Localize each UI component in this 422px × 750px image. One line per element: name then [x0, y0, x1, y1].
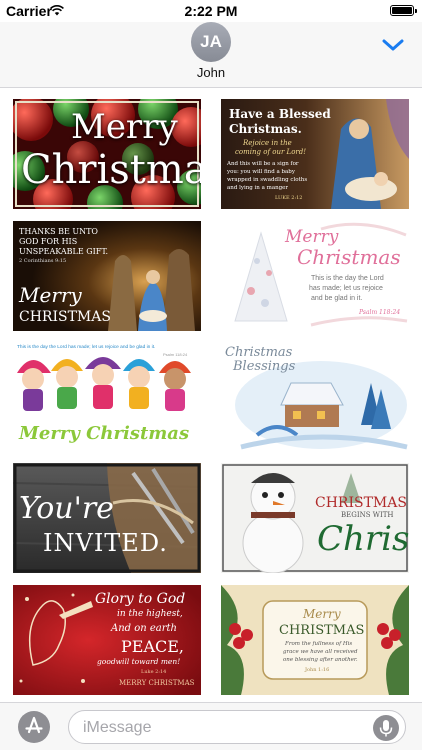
sticker-verse-3: wrapped in swaddling cloths	[227, 177, 308, 183]
holly-image	[221, 585, 409, 695]
sticker-glory-to-god[interactable]: Glory to God in the highest, And on eart…	[13, 585, 201, 695]
clock: 2:22 PM	[184, 3, 238, 19]
sticker-christmas-begins-with-christ[interactable]: CHRISTMAS BEGINS WITH Christ	[221, 463, 409, 573]
sticker-reference: Luke 2:14	[141, 669, 167, 675]
sticker-reference: Psalm 118:24	[163, 352, 188, 357]
chevron-down-icon[interactable]	[382, 38, 404, 52]
sticker-title: Merry Christmas	[19, 423, 190, 444]
sticker-thanks-be-unto-god[interactable]: THANKS BE UNTO GOD FOR HIS UNSPEAKABLE G…	[13, 221, 201, 331]
sticker-merry-christmas-ornaments[interactable]: Merry Christmas	[13, 99, 201, 209]
sticker-line-peace: PEACE,	[121, 637, 185, 656]
sticker-line-2: in the highest,	[117, 609, 183, 619]
avatar-initials: JA	[200, 32, 222, 51]
sticker-reference: Psalm 118:24	[359, 309, 401, 316]
microphone-icon	[379, 720, 393, 737]
compose-bar: iMessage	[0, 702, 422, 750]
sticker-title-merry: Merry	[19, 283, 82, 307]
sticker-title-begins-with: BEGINS WITH	[341, 511, 394, 519]
sticker-title-merry: Merry	[71, 107, 178, 147]
sticker-reference: 2 Corinthians 9:15	[19, 258, 67, 264]
sticker-title-christmas: CHRISTMAS	[279, 623, 365, 638]
sticker-title-christmas: CHRISTMAS	[315, 495, 407, 511]
sticker-title-merry: Merry	[303, 607, 341, 621]
sticker-verse-1: This is the day the Lord	[311, 275, 384, 282]
sticker-merry-christmas-holly[interactable]: Merry CHRISTMAS From the fullness of His…	[221, 585, 409, 695]
sticker-verse-2: has made; let us rejoice	[309, 285, 383, 292]
sticker-kids-merry-christmas[interactable]: This is the day the Lord has made; let u…	[13, 343, 201, 453]
sticker-title-christmas: Christmas	[225, 345, 293, 360]
sticker-verse-3: one blessing after another.	[283, 657, 358, 663]
sticker-title-merry: Merry	[285, 227, 339, 247]
sticker-heading: THANKS BE UNTO	[19, 227, 98, 236]
sticker-heading-2: Christmas.	[229, 122, 302, 136]
message-input[interactable]: iMessage	[68, 710, 406, 744]
app-store-icon	[25, 716, 43, 734]
contact-name[interactable]: John	[0, 65, 422, 80]
sticker-blessed-christmas[interactable]: Have a Blessed Christmas. Rejoice in the…	[221, 99, 409, 209]
sticker-title-blessings: Blessings	[233, 359, 296, 374]
sticker-heading-3: UNSPEAKABLE GIFT.	[19, 247, 109, 256]
battery-icon	[390, 5, 417, 16]
sticker-reference: LUKE 2:12	[275, 195, 303, 201]
sticker-verse-3: and be glad in it.	[311, 295, 363, 302]
sticker-title-christmas: CHRISTMAS	[19, 309, 111, 325]
conversation-header: JA John	[0, 22, 422, 88]
sticker-line-6: MERRY CHRISTMAS	[119, 679, 195, 687]
sticker-verse-4: and lying in a manger	[227, 185, 289, 191]
sticker-title-youre: You're	[19, 491, 114, 526]
sticker-title-christmas: Christmas	[297, 245, 401, 269]
avatar[interactable]: JA	[191, 22, 231, 62]
sticker-verse-2: you: you will find a baby	[227, 169, 295, 175]
sticker-merry-christmas-tree[interactable]: Merry Christmas This is the day the Lord…	[221, 221, 409, 331]
sticker-heading: Have a Blessed	[229, 107, 331, 121]
sticker-reference: John 1:16	[305, 667, 330, 673]
sticker-line-5: goodwill toward men!	[97, 657, 181, 666]
sticker-subtitle-2: coming of our Lord!	[235, 148, 307, 156]
sticker-title-christmas: Christmas	[21, 147, 201, 193]
sticker-verse-1: From the fullness of His	[285, 641, 353, 647]
sticker-heading-2: GOD FOR HIS	[19, 237, 78, 246]
sticker-verse-2: grace we have all received	[283, 649, 358, 655]
status-bar: Carrier 2:22 PM	[0, 0, 422, 22]
microphone-button[interactable]	[373, 715, 399, 741]
sticker-subtitle: Rejoice in the	[243, 139, 292, 147]
app-store-button[interactable]	[18, 711, 50, 743]
sticker-title-christ: Christ	[317, 519, 409, 559]
sticker-verse: This is the day the Lord has made; let u…	[17, 345, 156, 350]
sticker-verse-1: And this will be a sign for	[227, 161, 299, 167]
sticker-christmas-blessings[interactable]: Christmas Blessings	[221, 343, 409, 453]
sticker-grid: Merry Christmas Have a Blessed Christmas…	[0, 88, 422, 702]
sticker-line-1: Glory to God	[95, 591, 186, 607]
sticker-title-invited: INVITED.	[43, 529, 168, 557]
sticker-youre-invited[interactable]: You're INVITED.	[13, 463, 201, 573]
message-placeholder: iMessage	[83, 719, 152, 736]
sticker-line-3: And on earth	[111, 623, 178, 634]
